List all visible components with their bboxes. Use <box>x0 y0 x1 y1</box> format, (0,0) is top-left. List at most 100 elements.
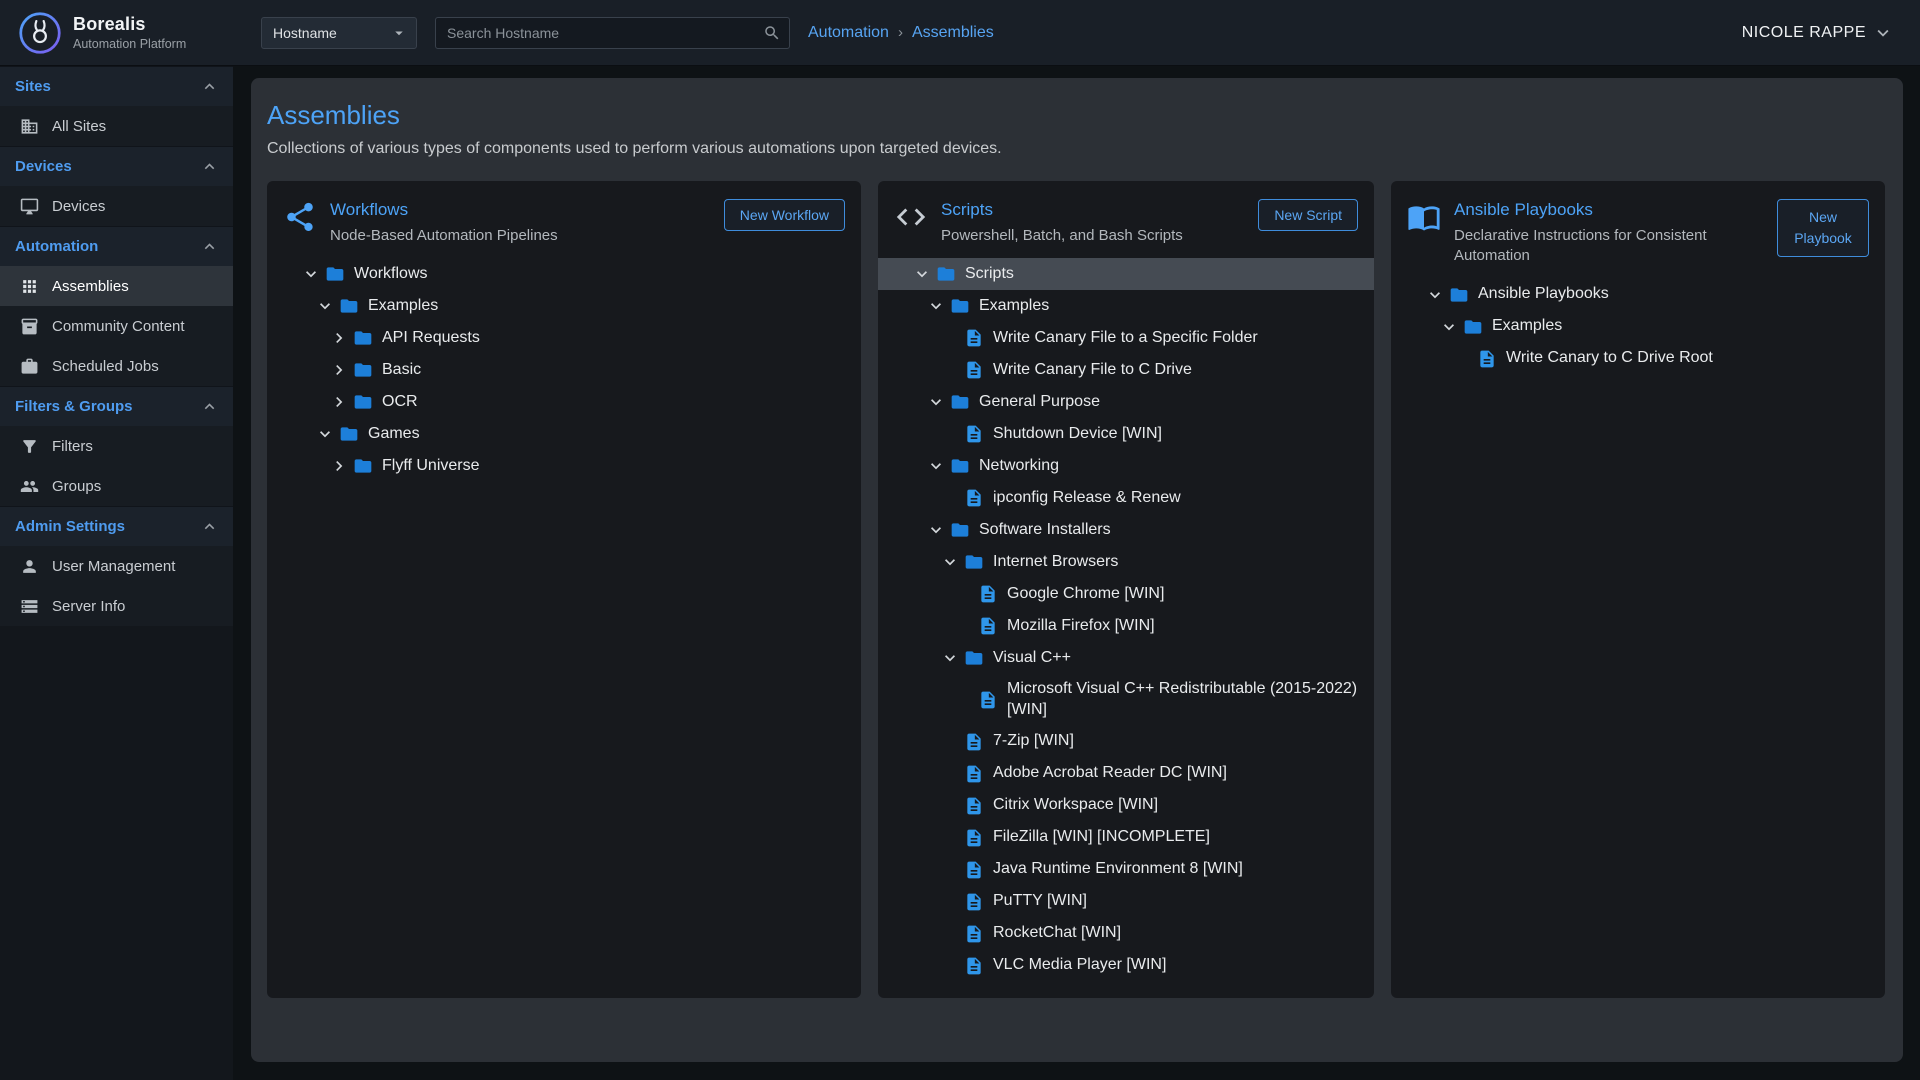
chevron-down-icon[interactable] <box>1439 317 1463 337</box>
sidebar-item-community-content[interactable]: Community Content <box>0 306 233 346</box>
tree-item-examples[interactable]: Examples <box>267 290 861 322</box>
chevron-up-icon <box>200 77 219 96</box>
chevron-down-icon[interactable] <box>315 424 339 444</box>
tree-item-google-chrome-win[interactable]: Google Chrome [WIN] <box>878 578 1374 610</box>
chevron-down-icon[interactable] <box>926 456 950 476</box>
hostname-select[interactable]: Hostname <box>261 17 417 49</box>
new-playbook-button[interactable]: New Playbook <box>1777 199 1869 257</box>
tree-item-ocr[interactable]: OCR <box>267 386 861 418</box>
chevron-up-icon <box>200 517 219 536</box>
sidebar-section-automation[interactable]: Automation <box>0 226 233 266</box>
chevron-spacer <box>940 956 964 976</box>
chevron-down-icon[interactable] <box>315 296 339 316</box>
chevron-spacer <box>940 360 964 380</box>
sidebar-item-groups[interactable]: Groups <box>0 466 233 506</box>
tree-item-ansible-playbooks[interactable]: Ansible Playbooks <box>1391 279 1885 311</box>
chevron-down-icon[interactable] <box>940 552 964 572</box>
hostname-select-value: Hostname <box>273 25 337 41</box>
tree-item-label: 7-Zip [WIN] <box>993 726 1074 757</box>
chevron-right-icon[interactable] <box>329 456 353 476</box>
tree-item-networking[interactable]: Networking <box>878 450 1374 482</box>
community-content-icon <box>20 317 39 336</box>
chevron-down-icon[interactable] <box>912 264 936 284</box>
tree-item-examples[interactable]: Examples <box>878 290 1374 322</box>
breadcrumb-automation[interactable]: Automation <box>808 24 889 42</box>
chevron-right-icon[interactable] <box>329 392 353 412</box>
tree-item-visual-c[interactable]: Visual C++ <box>878 642 1374 674</box>
scripts-card-titles: Scripts Powershell, Batch, and Bash Scri… <box>941 199 1245 246</box>
tree-item-write-canary-file-to-c-drive[interactable]: Write Canary File to C Drive <box>878 354 1374 386</box>
scripts-tree: ScriptsExamplesWrite Canary File to a Sp… <box>878 254 1374 998</box>
tree-item-microsoft-visual-c-redistributable-2015-2022-win[interactable]: Microsoft Visual C++ Redistributable (20… <box>878 674 1374 726</box>
file-icon <box>964 424 984 444</box>
tree-item-general-purpose[interactable]: General Purpose <box>878 386 1374 418</box>
chevron-spacer <box>940 924 964 944</box>
sidebar-item-assemblies[interactable]: Assemblies <box>0 266 233 306</box>
sidebar-item-all-sites[interactable]: All Sites <box>0 106 233 146</box>
sidebar-section-sites[interactable]: Sites <box>0 66 233 106</box>
sidebar-section-devices[interactable]: Devices <box>0 146 233 186</box>
tree-item-7-zip-win[interactable]: 7-Zip [WIN] <box>878 726 1374 758</box>
tree-item-label: Shutdown Device [WIN] <box>993 419 1162 450</box>
tree-item-scripts[interactable]: Scripts <box>878 258 1374 290</box>
sidebar-item-user-management[interactable]: User Management <box>0 546 233 586</box>
tree-item-examples[interactable]: Examples <box>1391 311 1885 343</box>
tree-item-label: Google Chrome [WIN] <box>1007 579 1164 610</box>
tree-item-java-runtime-environment-8-win[interactable]: Java Runtime Environment 8 [WIN] <box>878 854 1374 886</box>
borealis-logo-icon <box>18 11 62 55</box>
tree-item-write-canary-file-to-a-specific-folder[interactable]: Write Canary File to a Specific Folder <box>878 322 1374 354</box>
sidebar-section-admin-settings[interactable]: Admin Settings <box>0 506 233 546</box>
all-sites-icon <box>20 117 39 136</box>
new-script-button[interactable]: New Script <box>1258 199 1358 231</box>
tree-item-write-canary-to-c-drive-root[interactable]: Write Canary to C Drive Root <box>1391 343 1885 375</box>
tree-item-label: OCR <box>382 387 418 418</box>
chevron-down-icon[interactable] <box>301 264 325 284</box>
chevron-down-icon[interactable] <box>1425 285 1449 305</box>
tree-item-citrix-workspace-win[interactable]: Citrix Workspace [WIN] <box>878 790 1374 822</box>
tree-item-label: PuTTY [WIN] <box>993 886 1087 917</box>
chevron-down-icon[interactable] <box>926 392 950 412</box>
new-workflow-button[interactable]: New Workflow <box>724 199 845 231</box>
user-menu[interactable]: NICOLE RAPPE <box>1742 22 1894 44</box>
sidebar-item-filters[interactable]: Filters <box>0 426 233 466</box>
tree-item-games[interactable]: Games <box>267 418 861 450</box>
tree-item-label: Visual C++ <box>993 643 1071 674</box>
tree-item-internet-browsers[interactable]: Internet Browsers <box>878 546 1374 578</box>
sidebar-item-server-info[interactable]: Server Info <box>0 586 233 626</box>
tree-item-mozilla-firefox-win[interactable]: Mozilla Firefox [WIN] <box>878 610 1374 642</box>
tree-item-filezilla-win-incomplete[interactable]: FileZilla [WIN] [INCOMPLETE] <box>878 822 1374 854</box>
code-icon <box>894 200 928 234</box>
chevron-right-icon[interactable] <box>329 328 353 348</box>
tree-item-api-requests[interactable]: API Requests <box>267 322 861 354</box>
tree-item-adobe-acrobat-reader-dc-win[interactable]: Adobe Acrobat Reader DC [WIN] <box>878 758 1374 790</box>
sidebar-item-scheduled-jobs[interactable]: Scheduled Jobs <box>0 346 233 386</box>
breadcrumb-assemblies[interactable]: Assemblies <box>912 24 994 42</box>
chevron-spacer <box>940 732 964 752</box>
tree-item-putty-win[interactable]: PuTTY [WIN] <box>878 886 1374 918</box>
tree-item-shutdown-device-win[interactable]: Shutdown Device [WIN] <box>878 418 1374 450</box>
playbooks-card-titles: Ansible Playbooks Declarative Instructio… <box>1454 199 1764 267</box>
chevron-down-icon[interactable] <box>940 648 964 668</box>
tree-item-workflows[interactable]: Workflows <box>267 258 861 290</box>
brand-text: Borealis Automation Platform <box>73 14 186 51</box>
tree-item-basic[interactable]: Basic <box>267 354 861 386</box>
chevron-spacer <box>940 892 964 912</box>
tree-item-vlc-media-player-win[interactable]: VLC Media Player [WIN] <box>878 950 1374 982</box>
sidebar-item-label: Devices <box>52 198 105 215</box>
sidebar-section-filters-groups[interactable]: Filters & Groups <box>0 386 233 426</box>
folder-icon <box>950 296 970 316</box>
chevron-down-icon[interactable] <box>926 296 950 316</box>
tree-item-rocketchat-win[interactable]: RocketChat [WIN] <box>878 918 1374 950</box>
sidebar-item-label: Assemblies <box>52 278 129 295</box>
chevron-up-icon <box>200 397 219 416</box>
tree-item-software-installers[interactable]: Software Installers <box>878 514 1374 546</box>
sidebar-item-devices[interactable]: Devices <box>0 186 233 226</box>
tree-item-ipconfig-release-renew[interactable]: ipconfig Release & Renew <box>878 482 1374 514</box>
chevron-right-icon[interactable] <box>329 360 353 380</box>
tree-item-flyff-universe[interactable]: Flyff Universe <box>267 450 861 482</box>
folder-icon <box>964 552 984 572</box>
chevron-down-icon[interactable] <box>926 520 950 540</box>
chevron-up-icon <box>200 237 219 256</box>
search-input[interactable] <box>435 17 790 49</box>
devices-icon <box>20 197 39 216</box>
